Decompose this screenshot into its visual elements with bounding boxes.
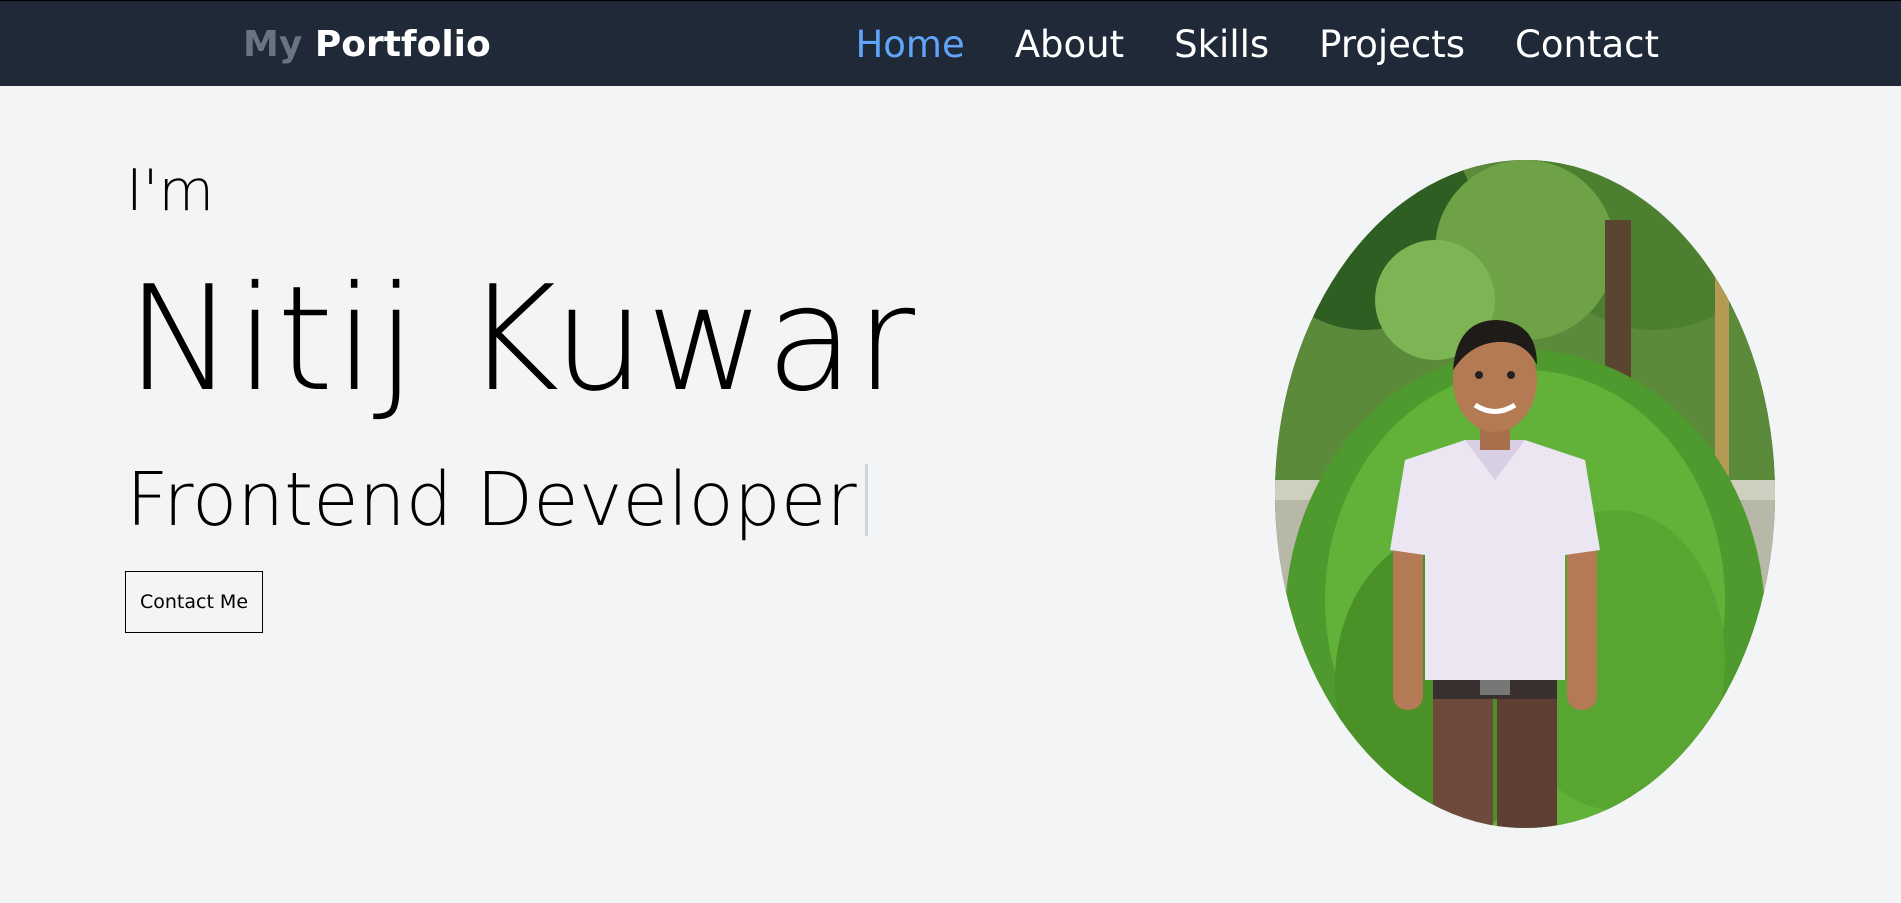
logo-prefix: My — [243, 24, 303, 65]
site-logo[interactable]: My Portfolio — [243, 23, 491, 67]
navbar: My Portfolio Home About Skills Projects … — [0, 0, 1901, 86]
nav-link-skills[interactable]: Skills — [1174, 23, 1269, 67]
nav-link-contact[interactable]: Contact — [1515, 23, 1659, 67]
logo-main: Portfolio — [314, 24, 491, 65]
profile-photo-illustration — [1275, 160, 1775, 828]
contact-me-button[interactable]: Contact Me — [125, 571, 263, 633]
hero-name: Nitij Kuwar — [126, 255, 917, 424]
nav-links: Home About Skills Projects Contact — [855, 23, 1659, 67]
hero-role-text: Frontend Developer — [126, 457, 857, 543]
hero-greeting: I'm — [126, 158, 215, 224]
nav-link-home[interactable]: Home — [855, 23, 964, 67]
nav-link-about[interactable]: About — [1015, 23, 1124, 67]
hero-role: Frontend Developer — [126, 460, 868, 540]
nav-link-projects[interactable]: Projects — [1319, 23, 1465, 67]
typing-caret — [864, 464, 868, 536]
profile-photo — [1275, 160, 1775, 828]
